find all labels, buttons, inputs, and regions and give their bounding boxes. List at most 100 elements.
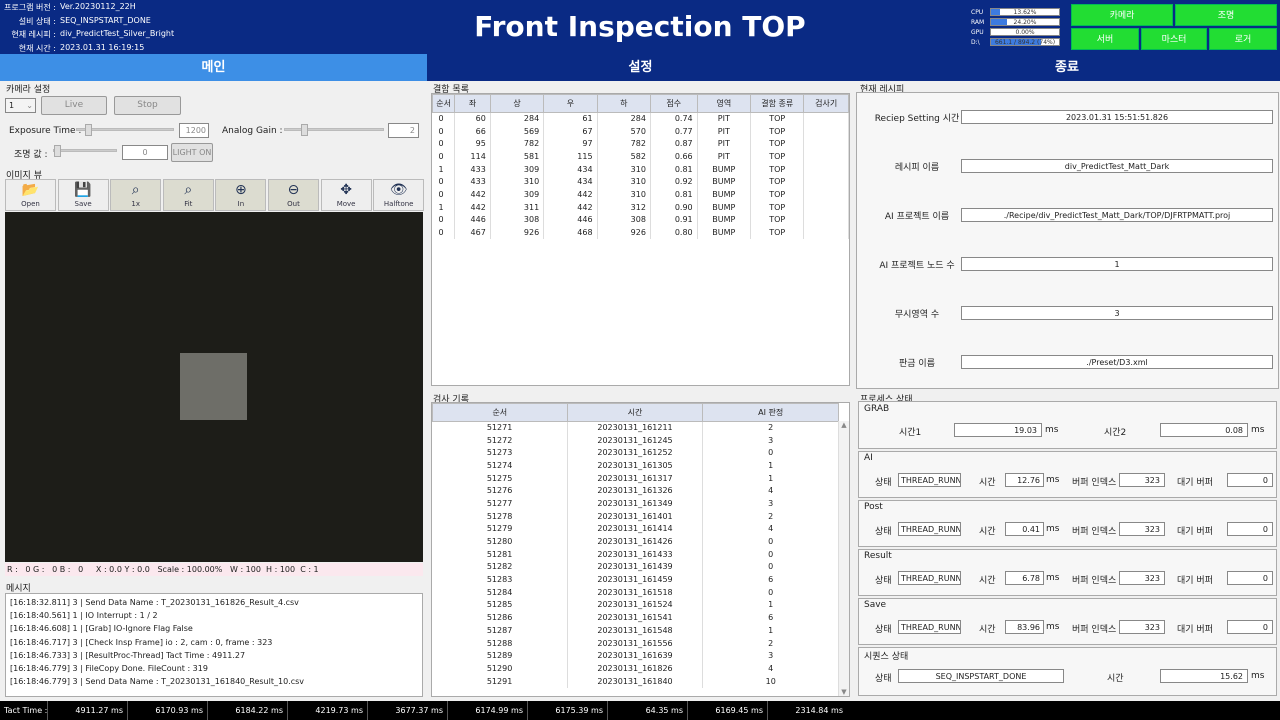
defect-col-header[interactable]: 상 [489,94,545,113]
defect-col-header[interactable]: 점수 [649,94,698,113]
table-cell: BUMP [697,175,752,189]
tab-settings[interactable]: 설정 [427,54,854,81]
table-row[interactable]: 51272 20230131_161245 3 [432,434,839,447]
light-input[interactable]: 0 [122,145,168,160]
table-cell: PIT [697,125,752,138]
tab-exit[interactable]: 종료 [854,54,1280,81]
table-cell: 51278 [432,510,568,523]
table-row[interactable]: 1 433 309 434 310 0.81 BUMP TOP [432,163,849,176]
defect-table-panel: 순서 좌 상 우 하 점수 영역 결함 종류 검사기 0 60 284 61 284 0.74 PIT TOP 0… [431,93,850,386]
tool-halftone-button[interactable]: 👁 Halftone [373,179,425,211]
history-col-header[interactable]: 시간 [566,403,704,422]
table-row[interactable]: 51288 20230131_161556 2 [432,637,839,650]
exposure-input[interactable]: 1200 [179,123,209,138]
table-row[interactable]: 51271 20230131_161211 2 [432,421,839,435]
tool-out-button[interactable]: ⊖ Out [268,179,319,211]
tool-save-button[interactable]: 💾 Save [57,179,109,211]
move-icon: ✥ [340,182,352,198]
tool-open-button[interactable]: 📂 Open [5,179,56,211]
table-row[interactable]: 51290 20230131_161826 4 [432,662,839,676]
stop-button[interactable]: Stop [114,96,181,115]
table-row[interactable]: 51286 20230131_161541 6 [432,611,839,625]
log-line: [16:18:46.608] 1 | [Grab] IO-Ignore Flag… [10,624,193,634]
camera-button[interactable]: 카메라 [1071,4,1173,26]
table-cell: 0 [702,561,839,574]
logger-button[interactable]: 로거 [1209,28,1277,50]
table-row[interactable]: 51279 20230131_161414 4 [432,523,839,536]
server-button[interactable]: 서버 [1071,28,1139,50]
defect-col-header[interactable]: 결함 종류 [750,94,805,113]
history-scrollbar[interactable]: ▲ ▼ [838,421,849,696]
defect-col-header[interactable]: 하 [596,94,651,113]
history-col-header[interactable]: 순서 [432,403,568,422]
tool-fit-button[interactable]: ⌕ Fit [162,179,214,211]
header-bar: 프로그램 버전 : Ver.20230112_22H 설비 상태 : SEQ_INSP… [0,0,1280,54]
tool-1x-button[interactable]: ⌕ 1x [110,179,162,211]
recipe-item-value: ./Recipe/div_PredictTest_Matt_Dark/TOP/D… [961,208,1273,222]
table-row[interactable]: 1 442 311 442 312 0.90 BUMP TOP [432,201,849,214]
exposure-slider[interactable] [76,124,174,136]
table-row[interactable]: 0 467 926 468 926 0.80 BUMP TOP [432,226,849,240]
resource-bar-0: 13.62% [990,8,1060,16]
table-row[interactable]: 51275 20230131_161317 1 [432,472,839,485]
table-row[interactable]: 51273 20230131_161252 0 [432,446,839,460]
defect-col-header[interactable]: 좌 [454,94,491,113]
gain-input[interactable]: 2 [388,123,419,138]
table-cell: 0 [432,125,456,138]
table-row[interactable]: 51278 20230131_161401 2 [432,510,839,523]
table-row[interactable]: 51274 20230131_161305 1 [432,459,839,473]
table-row[interactable]: 51280 20230131_161426 0 [432,535,839,549]
table-cell: 442 [454,201,491,214]
table-cell: 20230131_161305 [567,459,704,473]
live-button[interactable]: Live [41,96,107,115]
table-row[interactable]: 0 433 310 434 310 0.92 BUMP TOP [432,175,849,189]
light-on-button[interactable]: LIGHT ON [171,143,213,162]
table-cell [803,125,849,138]
table-cell: BUMP [697,201,752,214]
tool-in-button[interactable]: ⊕ In [215,179,267,211]
history-col-header[interactable]: AI 판정 [702,403,839,422]
table-row[interactable]: 51282 20230131_161439 0 [432,561,839,574]
table-row[interactable]: 51277 20230131_161349 3 [432,497,839,511]
image-canvas[interactable] [5,212,423,562]
table-cell: 309 [490,163,545,176]
scroll-down-icon[interactable]: ▼ [839,688,849,696]
history-table[interactable]: 순서 시간 AI 판정 51271 20230131_161211 2 51272 20230… [432,403,839,688]
defect-col-header[interactable]: 검사기 [803,94,849,113]
table-row[interactable]: 51287 20230131_161548 1 [432,624,839,638]
table-row[interactable]: 0 442 309 442 310 0.81 BUMP TOP [432,188,849,202]
table-row[interactable]: 51283 20230131_161459 6 [432,573,839,587]
camera-select[interactable]: 1 ⌄ [5,98,36,113]
zoom-fit-icon: ⌕ [184,182,193,198]
tool-move-button[interactable]: ✥ Move [320,179,372,211]
defect-col-header[interactable]: 우 [543,94,598,113]
table-cell: 312 [597,201,651,214]
defect-col-header[interactable]: 영역 [696,94,752,113]
table-row[interactable]: 51281 20230131_161433 0 [432,548,839,562]
scroll-up-icon[interactable]: ▲ [839,421,849,429]
table-row[interactable]: 51284 20230131_161518 0 [432,586,839,600]
master-button[interactable]: 마스터 [1141,28,1207,50]
log-line: [16:18:46.779] 3 | FileCopy Done. FileCo… [10,664,208,674]
table-row[interactable]: 51291 20230131_161840 10 [432,675,839,688]
table-row[interactable]: 51289 20230131_161639 3 [432,649,839,663]
light-slider[interactable] [53,145,117,157]
table-row[interactable]: 0 66 569 67 570 0.77 PIT TOP [432,125,849,138]
light-button[interactable]: 조명 [1175,4,1277,26]
table-row[interactable]: 0 446 308 446 308 0.91 BUMP TOP [432,214,849,227]
gain-slider[interactable] [284,124,384,136]
defect-col-header[interactable]: 순서 [431,94,456,113]
table-cell: 308 [490,214,545,227]
thread-state-value: THREAD_RUNNING [898,473,961,487]
defect-table[interactable]: 순서 좌 상 우 하 점수 영역 결함 종류 검사기 0 60 284 61 284 0.74 PIT TOP 0… [431,94,849,240]
table-cell [803,112,849,126]
table-row[interactable]: 0 114 581 115 582 0.66 PIT TOP [432,150,849,164]
table-row[interactable]: 0 60 284 61 284 0.74 PIT TOP [432,112,849,126]
table-row[interactable]: 51276 20230131_161326 4 [432,484,839,498]
table-row[interactable]: 51285 20230131_161524 1 [432,599,839,612]
table-row[interactable]: 0 95 782 97 782 0.87 PIT TOP [432,137,849,151]
table-cell: TOP [750,137,805,151]
message-log[interactable]: [16:18:32.811] 3 | Send Data Name : T_20… [5,593,423,697]
tab-main[interactable]: 메인 [0,54,427,81]
table-cell: 67 [543,125,598,138]
